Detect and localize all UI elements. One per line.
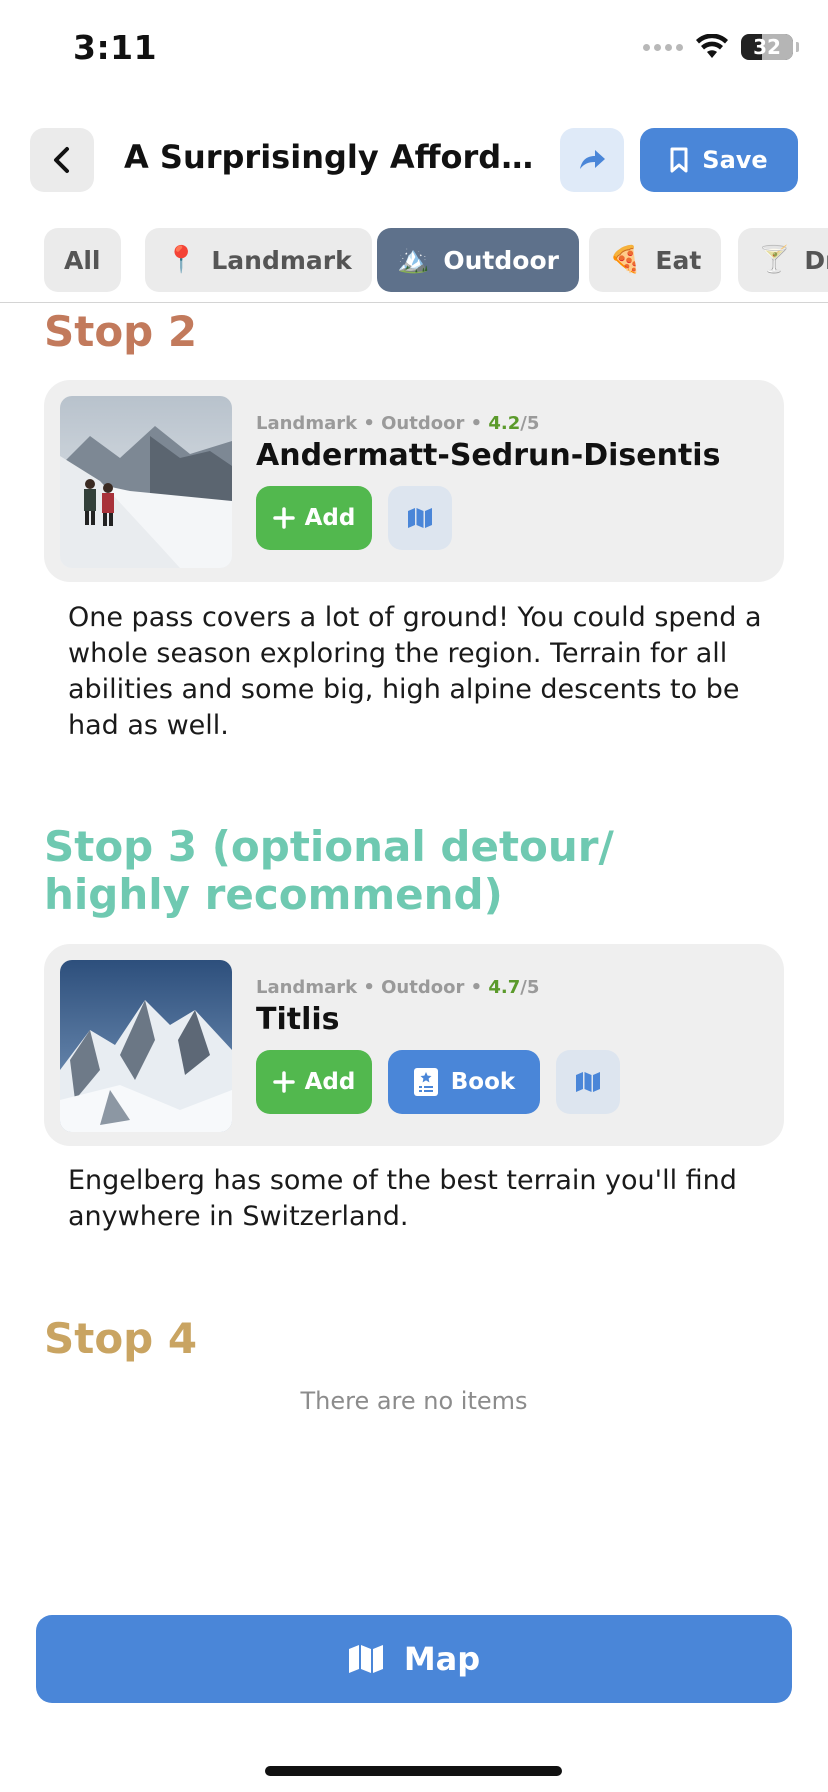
map-view-button-label: Map [403,1640,481,1678]
filter-chip-all[interactable]: All [44,228,121,292]
filter-chip-landmark[interactable]: 📍 Landmark [145,228,372,292]
filter-chip-label: All [64,245,101,275]
place-photo [60,396,232,568]
filter-chip-label: Dr [804,245,828,275]
save-button[interactable]: Save [640,128,798,192]
book-button-label: Book [450,1069,516,1095]
plus-icon [272,1071,295,1093]
wifi-icon [696,34,728,58]
booking-ticket-icon [413,1068,438,1096]
stop-title-line: Stop 3 (optional detour/ [44,822,614,871]
share-button[interactable] [560,128,624,192]
bookmark-icon [670,147,688,173]
back-button[interactable] [30,128,94,192]
map-icon [408,508,432,528]
cocktail-icon: 🍸 [758,245,791,275]
battery-icon: 32 [741,34,799,60]
filter-chip-outdoor[interactable]: 🏔️ Outdoor [377,228,579,292]
map-button[interactable] [556,1050,620,1114]
save-button-label: Save [702,146,768,174]
page-title: A Surprisingly Affordabl... [124,138,544,176]
filter-chip-drink[interactable]: 🍸 Dr [738,228,828,292]
chevron-left-icon [54,147,69,173]
status-icons: 32 [643,34,799,60]
add-button[interactable]: Add [256,1050,372,1114]
add-button[interactable]: Add [256,486,372,550]
rating-suffix: /5 [520,413,540,434]
place-actions: Add [256,486,452,550]
book-button[interactable]: Book [388,1050,540,1114]
place-meta: Landmark • Outdoor • 4.7/5 [256,977,539,998]
place-rating: 4.7 [488,977,521,998]
status-time: 3:11 [73,28,158,67]
add-button-label: Add [304,505,356,531]
filter-chip-label: Landmark [211,245,352,275]
share-arrow-icon [580,150,605,169]
filter-chip-label: Outdoor [443,245,559,275]
rating-suffix: /5 [520,977,540,998]
pin-icon: 📍 [165,245,198,275]
place-categories: Landmark • Outdoor • [256,977,483,998]
empty-state-text: There are no items [300,1387,528,1415]
stop-title: Stop 2 [44,307,198,356]
place-actions: Add Book [256,1050,620,1114]
map-view-button[interactable]: Map [36,1615,792,1703]
map-button[interactable] [388,486,452,550]
place-card[interactable]: Landmark • Outdoor • 4.2/5 Andermatt-Sed… [44,380,784,582]
cellular-signal-icon [643,43,683,51]
stop-title: Stop 4 [44,1314,198,1363]
filter-chips: All 📍 Landmark 🏔️ Outdoor 🍕 Eat 🍸 Dr [0,228,828,292]
home-indicator[interactable] [265,1766,562,1776]
place-meta: Landmark • Outdoor • 4.2/5 [256,413,539,434]
map-icon [348,1645,383,1673]
filter-chip-eat[interactable]: 🍕 Eat [589,228,722,292]
status-bar: 3:11 32 [0,0,828,100]
place-categories: Landmark • Outdoor • [256,413,483,434]
stop-title: Stop 3 (optional detour/ highly recommen… [44,823,614,919]
pizza-icon: 🍕 [609,245,642,275]
filter-chip-label: Eat [655,245,702,275]
mountain-icon: 🏔️ [397,245,430,275]
map-icon [576,1072,600,1092]
header: A Surprisingly Affordabl... Save [0,128,828,192]
place-photo [60,960,232,1132]
battery-level: 32 [753,35,781,59]
place-name: Andermatt-Sedrun-Disentis [256,438,721,473]
itinerary-list[interactable]: Stop 2 Landmark • Outdoor • 4.2/5 Anderm… [0,303,828,1603]
place-card[interactable]: Landmark • Outdoor • 4.7/5 Titlis Add Bo… [44,944,784,1146]
plus-icon [272,507,295,529]
place-description: Engelberg has some of the best terrain y… [68,1165,737,1232]
place-rating: 4.2 [488,413,521,434]
stop-title-line: highly recommend) [44,870,503,919]
add-button-label: Add [304,1069,356,1095]
place-description: One pass covers a lot of ground! You cou… [68,602,762,741]
place-name: Titlis [256,1002,340,1037]
